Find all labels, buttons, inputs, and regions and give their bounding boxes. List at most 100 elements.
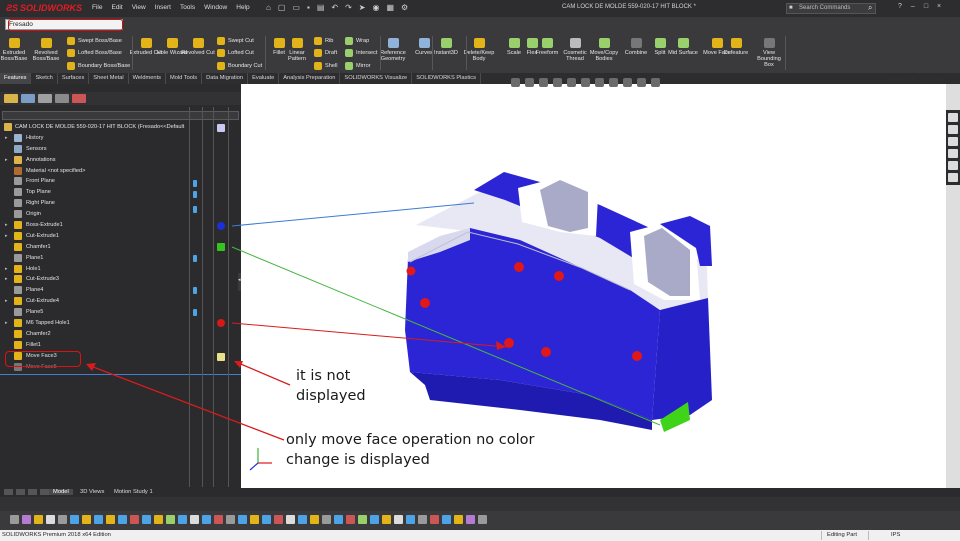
feature-manager-tab-icon[interactable]: [4, 94, 18, 103]
view-orientation-icon[interactable]: [581, 78, 590, 87]
tree-item-front-plane[interactable]: Front Plane: [0, 176, 240, 187]
selection-filter-icon[interactable]: [358, 515, 367, 524]
ribbon-button-rib[interactable]: Rib: [314, 37, 333, 45]
appearance-swatch-green[interactable]: [217, 243, 225, 251]
tree-item-plane4[interactable]: Plane4: [0, 285, 240, 296]
tree-item-chamfer1[interactable]: Chamfer1: [0, 242, 240, 253]
tab-analysis-preparation[interactable]: Analysis Preparation: [279, 73, 341, 84]
ribbon-button-mid-surface[interactable]: Mid Surface: [666, 38, 700, 56]
selection-filter-icon[interactable]: [46, 515, 55, 524]
menu-view[interactable]: View: [132, 4, 146, 11]
edit-appearance-icon[interactable]: [623, 78, 632, 87]
close-button[interactable]: ×: [937, 3, 941, 10]
apply-scene-icon[interactable]: [637, 78, 646, 87]
selection-filter-icon[interactable]: [82, 515, 91, 524]
expand-arrow-icon[interactable]: ▸: [5, 135, 8, 141]
ribbon-button-revolved-boss-base[interactable]: Revolved Boss/Base: [29, 38, 63, 62]
ribbon-button-reference-geometry[interactable]: Reference Geometry: [376, 38, 410, 62]
expand-arrow-icon[interactable]: ▸: [5, 266, 8, 272]
ribbon-button-swept-boss-base[interactable]: Swept Boss/Base: [67, 37, 122, 45]
ribbon-button-move-copy-bodies[interactable]: Move/Copy Bodies: [587, 38, 621, 62]
last-tab-icon[interactable]: [40, 489, 49, 495]
print-icon[interactable]: ▤: [317, 3, 325, 12]
dynamic-annotation-icon[interactable]: [567, 78, 576, 87]
selection-filter-icon[interactable]: [298, 515, 307, 524]
ribbon-button-swept-cut[interactable]: Swept Cut: [217, 37, 254, 45]
tab-evaluate[interactable]: Evaluate: [248, 73, 280, 84]
selection-filter-icon[interactable]: [322, 515, 331, 524]
tree-item-annotations[interactable]: ▸ Annotations: [0, 155, 240, 166]
selection-filter-icon[interactable]: [346, 515, 355, 524]
menu-file[interactable]: File: [92, 4, 102, 11]
selection-filter-icon[interactable]: [394, 515, 403, 524]
tree-item-history[interactable]: ▸ History: [0, 133, 240, 144]
part-appearance-swatch[interactable]: [217, 124, 225, 132]
tree-item-plane5[interactable]: Plane5: [0, 307, 240, 318]
tree-item-plane1[interactable]: Plane1: [0, 253, 240, 264]
ribbon-button-wrap[interactable]: Wrap: [345, 37, 369, 45]
view-settings-icon[interactable]: [651, 78, 660, 87]
rebuild-icon[interactable]: ◉: [372, 3, 379, 12]
viewport-minimize-button[interactable]: ─: [894, 77, 899, 85]
maximize-button[interactable]: □: [924, 3, 928, 10]
tab-3d-views[interactable]: 3D Views: [76, 489, 108, 495]
selection-filter-icon[interactable]: [22, 515, 31, 524]
selection-filter-icon[interactable]: [382, 515, 391, 524]
selection-filter-icon[interactable]: [130, 515, 139, 524]
tab-weldments[interactable]: Weldments: [129, 73, 166, 84]
tree-item-chamfer2[interactable]: Chamfer2: [0, 329, 240, 340]
display-manager-tab-icon[interactable]: [72, 94, 86, 103]
selection-filter-icon[interactable]: [94, 515, 103, 524]
file-properties-icon[interactable]: ▦: [386, 3, 394, 12]
previous-view-icon[interactable]: [539, 78, 548, 87]
selection-filter-icon[interactable]: [334, 515, 343, 524]
selection-filter-icon[interactable]: [214, 515, 223, 524]
ribbon-button-intersect[interactable]: Intersect: [345, 49, 377, 57]
design-library-icon[interactable]: [948, 125, 958, 134]
select-icon[interactable]: ➤: [359, 3, 366, 12]
menu-edit[interactable]: Edit: [111, 4, 122, 11]
expand-arrow-icon[interactable]: ▸: [5, 157, 8, 163]
selection-filter-icon[interactable]: [430, 515, 439, 524]
hide-show-items-icon[interactable]: [609, 78, 618, 87]
tab-solidworks-plastics[interactable]: SOLIDWORKS Plastics: [412, 73, 481, 84]
tab-features[interactable]: Features: [0, 73, 32, 84]
tree-item-top-plane[interactable]: Top Plane: [0, 187, 240, 198]
appearance-swatch-blue[interactable]: [217, 222, 225, 230]
tab-data-migration[interactable]: Data Migration: [202, 73, 249, 84]
expand-arrow-icon[interactable]: ▸: [5, 298, 8, 304]
selection-filter-icon[interactable]: [178, 515, 187, 524]
tree-item-material-not-specified[interactable]: Material <not specified>: [0, 166, 240, 177]
selection-filter-icon[interactable]: [166, 515, 175, 524]
save-icon[interactable]: ▪: [307, 3, 310, 12]
section-view-icon[interactable]: [553, 78, 562, 87]
file-explorer-icon[interactable]: [948, 137, 958, 146]
ribbon-button-extruded-boss-base[interactable]: Extruded Boss/Base: [0, 38, 31, 62]
expand-arrow-icon[interactable]: ▸: [5, 320, 8, 326]
ribbon-button-revolved-cut[interactable]: Revolved Cut: [181, 38, 215, 56]
tab-sheet-metal[interactable]: Sheet Metal: [89, 73, 129, 84]
expand-arrow-icon[interactable]: ▸: [5, 276, 8, 282]
tree-item-cut-extrude3[interactable]: ▸ Cut-Extrude3: [0, 274, 240, 285]
menu-insert[interactable]: Insert: [155, 4, 171, 11]
ribbon-button-boundary-boss-base[interactable]: Boundary Boss/Base: [67, 62, 130, 70]
first-tab-icon[interactable]: [4, 489, 13, 495]
configuration-manager-tab-icon[interactable]: [38, 94, 52, 103]
tab-surfaces[interactable]: Surfaces: [58, 73, 90, 84]
ribbon-button-mirror[interactable]: Mirror: [345, 62, 371, 70]
redo-icon[interactable]: ↷: [345, 3, 352, 12]
selection-filter-icon[interactable]: [286, 515, 295, 524]
ribbon-button-defeature[interactable]: Defeature: [719, 38, 753, 56]
selection-filter-icon[interactable]: [118, 515, 127, 524]
selection-filter-icon[interactable]: [202, 515, 211, 524]
menu-window[interactable]: Window: [204, 4, 227, 11]
tree-item-sensors[interactable]: Sensors: [0, 144, 240, 155]
selection-filter-icon[interactable]: [250, 515, 259, 524]
dimxpert-tab-icon[interactable]: [55, 94, 69, 103]
ribbon-button-view-bounding-box[interactable]: View Bounding Box: [752, 38, 786, 68]
tree-item-cut-extrude1[interactable]: ▸ Cut-Extrude1: [0, 231, 240, 242]
selection-filter-icon[interactable]: [142, 515, 151, 524]
property-manager-tab-icon[interactable]: [21, 94, 35, 103]
selection-filter-icon[interactable]: [406, 515, 415, 524]
graphics-area[interactable]: [241, 84, 946, 488]
